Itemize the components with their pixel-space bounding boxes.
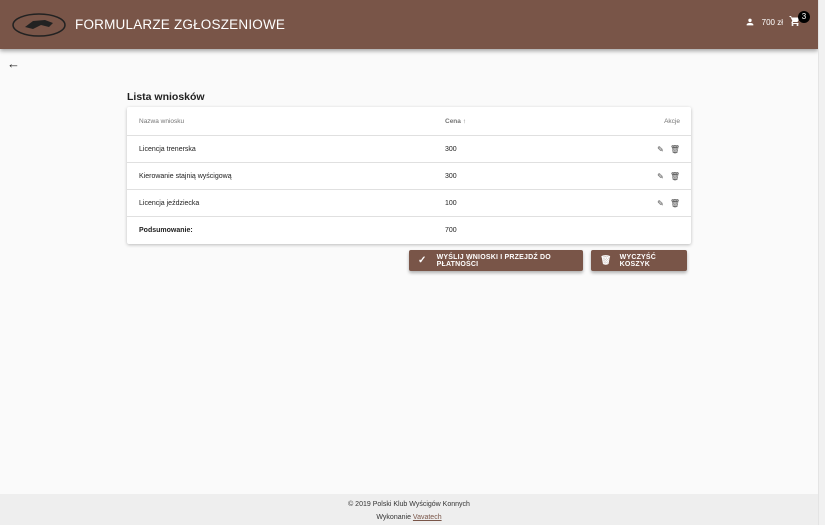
vavatech-link[interactable]: Vavatech [413, 514, 442, 521]
check-icon: ✓ [418, 255, 427, 266]
table-row: Kierowanie stajnią wyścigową 300 ✎ 🗑 [127, 163, 691, 190]
scrollbar[interactable] [818, 0, 825, 525]
row-name: Licencja jeździecka [139, 199, 200, 207]
summary-row: Podsumowanie: 700 [127, 217, 691, 244]
col-name[interactable]: Nazwa wniosku [127, 118, 445, 125]
col-price[interactable]: Cena ↑ [445, 118, 595, 125]
submit-and-pay-button[interactable]: ✓ WYŚLIJ WNIOSKI I PRZEJDŹ DO PŁATNOŚCI [409, 250, 583, 271]
cart-count-badge: 3 [798, 11, 810, 23]
table-row: Licencja trenerska 300 ✎ 🗑 [127, 136, 691, 163]
edit-icon[interactable]: ✎ [657, 172, 664, 181]
delete-icon[interactable]: 🗑 [670, 199, 680, 208]
cart-button[interactable]: 3 [789, 11, 810, 29]
delete-icon[interactable]: 🗑 [670, 172, 680, 181]
row-price: 300 [445, 172, 457, 180]
table-header: Nazwa wniosku Cena ↑ Akcje [127, 107, 691, 136]
clear-cart-button[interactable]: 🗑 WYCZYŚĆ KOSZYK [591, 250, 687, 271]
applications-table: Nazwa wniosku Cena ↑ Akcje Licencja tren… [127, 107, 691, 244]
remove-shopping-icon: 🗑 [600, 255, 612, 265]
sort-asc-icon: ↑ [462, 117, 466, 125]
copyright: © 2019 Polski Klub Wyścigów Konnych [348, 501, 470, 508]
made-by-label: Wykonanie [376, 514, 411, 521]
edit-icon[interactable]: ✎ [657, 145, 664, 154]
page-heading: Lista wniosków [127, 91, 205, 103]
row-name: Licencja trenerska [139, 145, 196, 153]
balance: 700 zł [761, 17, 783, 27]
footer: © 2019 Polski Klub Wyścigów Konnych Wyko… [0, 494, 818, 525]
col-price-label: Cena [445, 117, 461, 125]
club-logo [12, 12, 66, 37]
submit-label: WYŚLIJ WNIOSKI I PRZEJDŹ DO PŁATNOŚCI [436, 253, 551, 268]
edit-icon[interactable]: ✎ [657, 199, 664, 208]
summary-label: Podsumowanie: [139, 227, 193, 234]
user-icon[interactable] [745, 17, 755, 27]
row-price: 100 [445, 199, 457, 207]
table-row: Licencja jeździecka 100 ✎ 🗑 [127, 190, 691, 217]
app-header: FORMULARZE ZGŁOSZENIOWE 700 zł 3 [0, 0, 818, 49]
row-price: 300 [445, 145, 457, 153]
col-actions: Akcje [664, 117, 680, 125]
summary-value: 700 [445, 227, 457, 234]
row-name: Kierowanie stajnią wyścigową [139, 172, 232, 180]
clear-label: WYCZYŚĆ KOSZYK [619, 253, 657, 268]
app-title: FORMULARZE ZGŁOSZENIOWE [75, 17, 286, 32]
delete-icon[interactable]: 🗑 [670, 145, 680, 154]
back-arrow-icon[interactable]: ← [7, 56, 20, 71]
